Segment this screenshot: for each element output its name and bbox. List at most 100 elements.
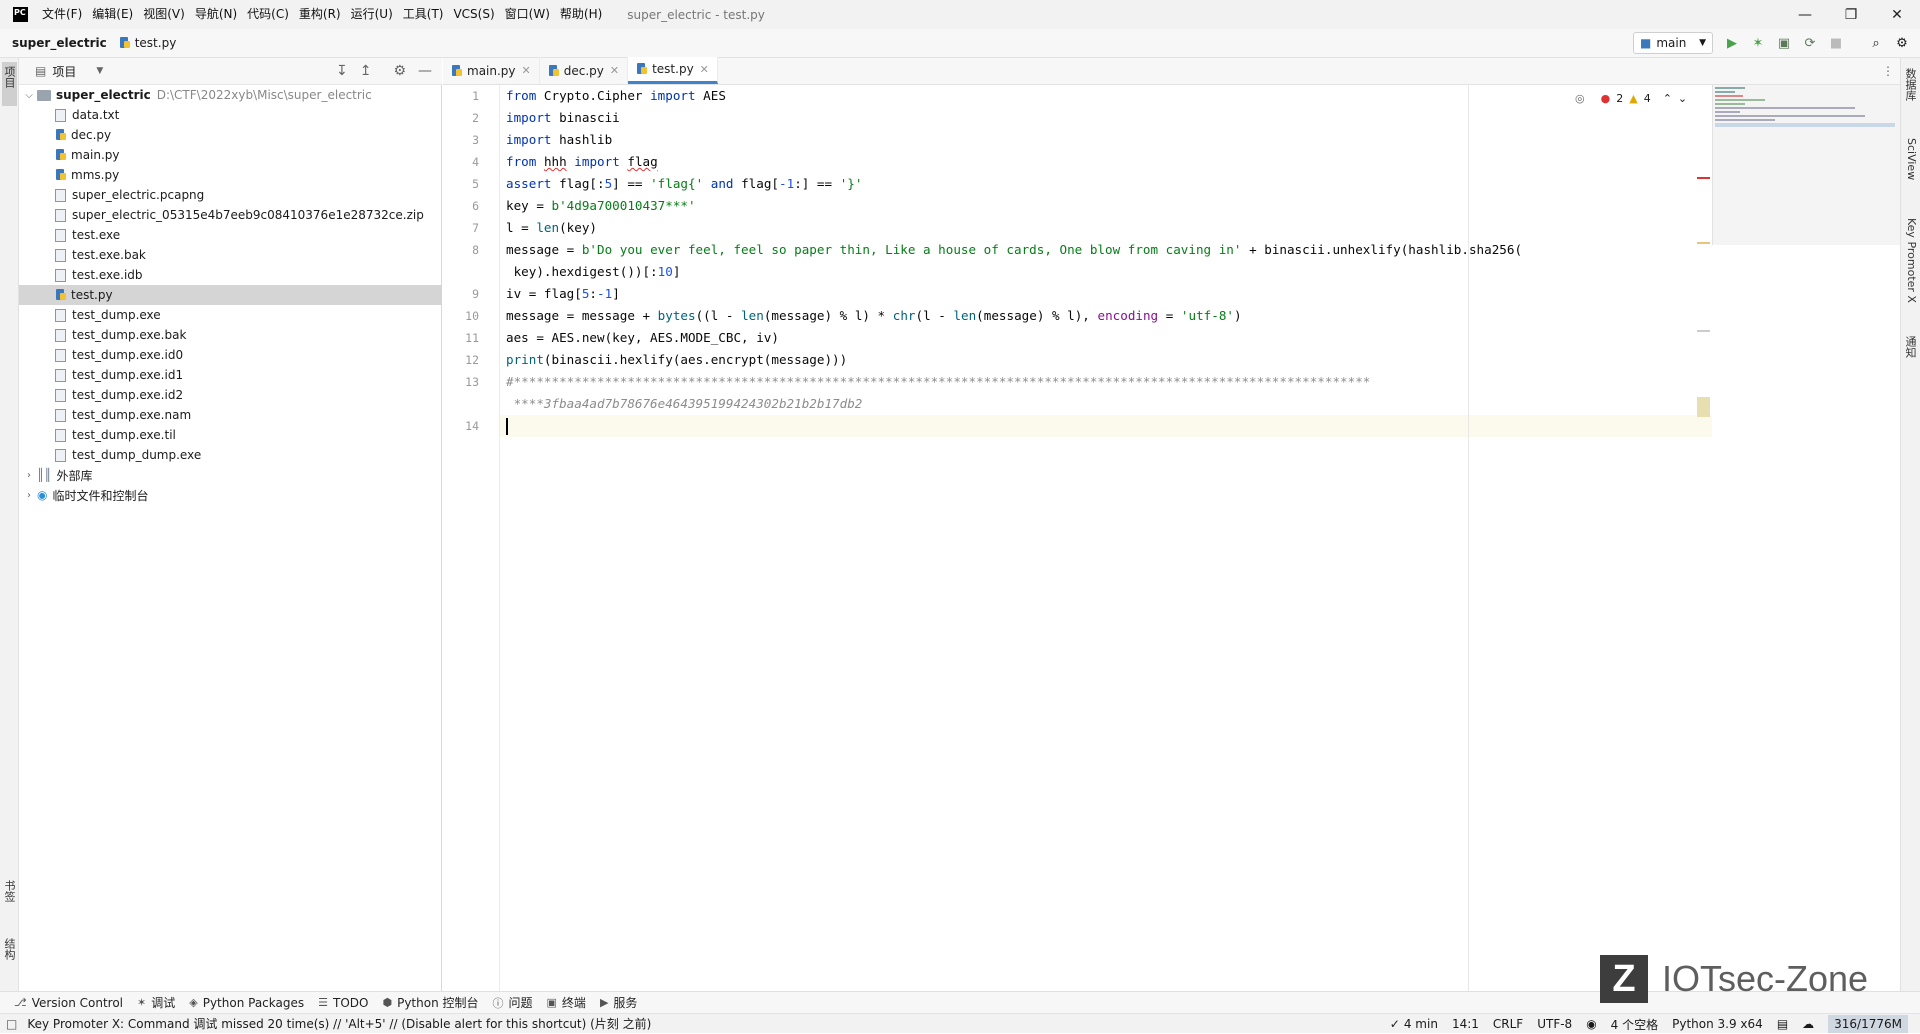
project-view-selector[interactable]: 项目 — [52, 63, 76, 80]
close-icon[interactable]: ✕ — [1874, 0, 1920, 29]
gear-icon[interactable]: ⚙ — [1892, 33, 1912, 53]
tool-services[interactable]: ▶ 服务 — [600, 994, 637, 1011]
menu-tools[interactable]: 工具(T) — [398, 0, 449, 29]
file-name: test_dump.exe.id2 — [72, 388, 184, 402]
status-message[interactable]: Key Promoter X: Command 调试 missed 20 tim… — [27, 1015, 651, 1032]
coverage-icon[interactable]: ▣ — [1774, 33, 1794, 53]
sciview-tool-tab[interactable]: SciView — [1903, 138, 1918, 180]
project-tool-tab[interactable]: 项目 — [2, 62, 17, 106]
tool-terminal[interactable]: ▣ 终端 — [547, 994, 586, 1011]
tab-dec-py[interactable]: dec.py ✕ — [540, 57, 629, 84]
tree-file-item[interactable]: test_dump.exe.id1 — [19, 365, 442, 385]
layout-icon[interactable]: □ — [6, 1017, 17, 1031]
expand-all-icon[interactable]: ↧ — [336, 63, 348, 79]
key-promoter-tool-tab[interactable]: Key Promoter X — [1903, 218, 1918, 303]
tree-file-item[interactable]: test_dump.exe.til — [19, 425, 442, 445]
menu-file[interactable]: 文件(F) — [37, 0, 87, 29]
gear-icon[interactable]: ⚙ — [393, 63, 406, 79]
menu-code[interactable]: 代码(C) — [242, 0, 294, 29]
memory-indicator[interactable]: 316/1776M — [1828, 1015, 1908, 1033]
menu-window[interactable]: 窗口(W) — [500, 0, 555, 29]
tool-python-packages[interactable]: ◈ Python Packages — [189, 996, 304, 1010]
lock-icon[interactable]: ▤ — [1777, 1017, 1788, 1031]
tree-external-libs[interactable]: › ║║ 外部库 — [19, 465, 442, 485]
tree-file-item[interactable]: dec.py — [19, 125, 442, 145]
eye-icon[interactable]: ◉ — [1586, 1017, 1596, 1031]
chevron-down-icon[interactable]: ⌄ — [1678, 92, 1687, 105]
debug-icon[interactable]: ✶ — [1748, 33, 1768, 53]
chevron-up-icon[interactable]: ⌃ — [1663, 92, 1672, 105]
restore-icon[interactable]: ❐ — [1828, 0, 1874, 29]
tool-problems[interactable]: ⓘ 问题 — [493, 994, 533, 1011]
code-editor[interactable]: from Crypto.Cipher import AES import bin… — [500, 85, 1712, 991]
cloud-icon[interactable]: ☁ — [1802, 1017, 1814, 1031]
tree-scratches[interactable]: › ◉ 临时文件和控制台 — [19, 485, 442, 505]
menu-run[interactable]: 运行(U) — [346, 0, 398, 29]
tree-file-item[interactable]: test_dump.exe — [19, 305, 442, 325]
hide-icon[interactable]: — — [418, 63, 432, 79]
tool-debug[interactable]: ✶ 调试 — [137, 994, 175, 1011]
collapse-all-icon[interactable]: ↥ — [360, 63, 372, 79]
tree-file-item[interactable]: data.txt — [19, 105, 442, 125]
tool-version-control[interactable]: ⎇ Version Control — [14, 996, 123, 1010]
tree-root[interactable]: ⌵ super_electric D:\CTF\2022xyb\Misc\sup… — [19, 85, 442, 105]
warning-stripe[interactable] — [1697, 242, 1710, 244]
tree-file-item[interactable]: test.exe — [19, 225, 442, 245]
breadcrumb-project[interactable]: super_electric — [12, 36, 107, 50]
interpreter-selector[interactable]: Python 3.9 x64 — [1672, 1017, 1763, 1031]
chevron-down-icon[interactable]: ⌵ — [23, 90, 35, 101]
caret-position[interactable]: 14:1 — [1452, 1017, 1479, 1031]
more-options-icon[interactable]: ⋮ — [1882, 64, 1894, 78]
indent-setting[interactable]: 4 个空格 — [1611, 1016, 1658, 1033]
chevron-down-icon[interactable]: ▼ — [96, 66, 103, 76]
chevron-right-icon[interactable]: › — [23, 490, 35, 501]
stop-icon[interactable]: ■ — [1826, 33, 1846, 53]
layers-icon: ◈ — [189, 996, 198, 1009]
tree-file-item[interactable]: test_dump.exe.bak — [19, 325, 442, 345]
tree-file-item[interactable]: super_electric_05315e4b7eeb9c08410376e1e… — [19, 205, 442, 225]
error-stripe[interactable] — [1697, 177, 1710, 179]
tree-file-item[interactable]: mms.py — [19, 165, 442, 185]
tool-python-console[interactable]: ⬢ Python 控制台 — [382, 994, 478, 1011]
close-icon[interactable]: ✕ — [522, 64, 531, 77]
time-widget[interactable]: ✓ 4 min — [1390, 1017, 1438, 1031]
tree-file-item[interactable]: test.exe.idb — [19, 265, 442, 285]
file-encoding[interactable]: UTF-8 — [1537, 1017, 1572, 1031]
menu-edit[interactable]: 编辑(E) — [87, 0, 138, 29]
run-config-selector[interactable]: ■ main ▼ — [1633, 32, 1713, 54]
tree-file-item[interactable]: super_electric.pcapng — [19, 185, 442, 205]
close-icon[interactable]: ✕ — [610, 64, 619, 77]
line-separator[interactable]: CRLF — [1493, 1017, 1523, 1031]
tree-file-item[interactable]: test_dump.exe.id0 — [19, 345, 442, 365]
bookmarks-tool-tab[interactable]: 书签 — [2, 880, 17, 902]
chevron-right-icon[interactable]: › — [23, 470, 35, 481]
notifications-tool-tab[interactable]: 通知 — [1903, 336, 1918, 358]
search-icon[interactable]: ⌕ — [1866, 33, 1886, 53]
tree-file-item[interactable]: test_dump.exe.nam — [19, 405, 442, 425]
warning-stripe[interactable] — [1697, 330, 1710, 332]
menu-navigate[interactable]: 导航(N) — [190, 0, 242, 29]
tool-todo[interactable]: ☰ TODO — [318, 996, 368, 1010]
menu-view[interactable]: 视图(V) — [138, 0, 190, 29]
inspection-widget[interactable]: ◎ ● 2 ▲ 4 ⌃ ⌄ — [1575, 88, 1710, 108]
menu-vcs[interactable]: VCS(S) — [448, 0, 499, 29]
tree-file-item[interactable]: test.exe.bak — [19, 245, 442, 265]
structure-tool-tab[interactable]: 结构 — [2, 938, 17, 960]
reader-mode-icon[interactable]: ◎ — [1575, 92, 1585, 105]
run-icon[interactable]: ▶ — [1722, 33, 1742, 53]
code-minimap[interactable] — [1712, 85, 1900, 245]
tree-file-item[interactable]: main.py — [19, 145, 442, 165]
code-line: iv = flag[5:-1] — [506, 286, 620, 301]
tree-file-item[interactable]: test_dump.exe.id2 — [19, 385, 442, 405]
tab-main-py[interactable]: main.py ✕ — [443, 57, 540, 84]
minimize-icon[interactable]: — — [1782, 0, 1828, 29]
database-tool-tab[interactable]: 数据库 — [1903, 68, 1918, 101]
breadcrumb-file[interactable]: test.py — [119, 36, 176, 50]
menu-refactor[interactable]: 重构(R) — [294, 0, 346, 29]
close-icon[interactable]: ✕ — [700, 63, 709, 76]
profile-icon[interactable]: ⟳ — [1800, 33, 1820, 53]
tree-file-item[interactable]: test.py — [19, 285, 442, 305]
tree-file-item[interactable]: test_dump_dump.exe — [19, 445, 442, 465]
tab-test-py[interactable]: test.py ✕ — [628, 57, 718, 84]
menu-help[interactable]: 帮助(H) — [555, 0, 607, 29]
